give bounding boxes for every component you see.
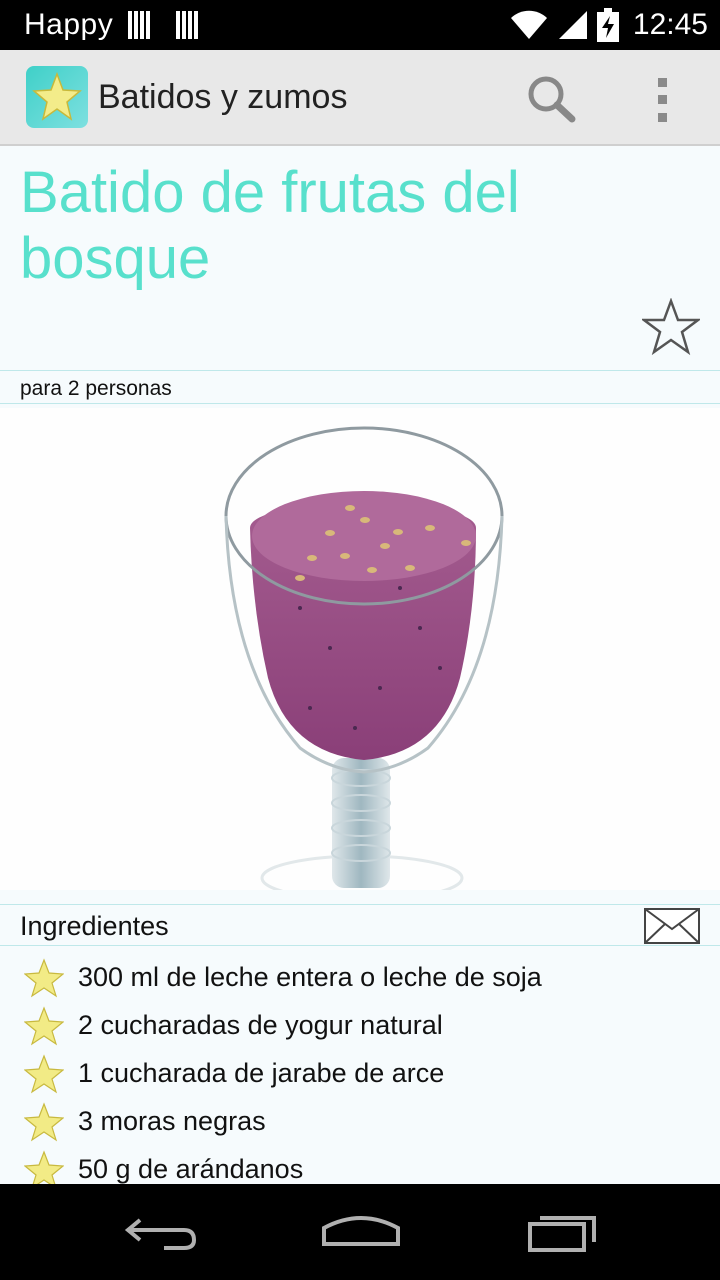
star-bullet-icon: [24, 1054, 64, 1094]
ingredients-header: Ingredientes: [0, 904, 720, 946]
ingredient-text: 2 cucharadas de yogur natural: [78, 1010, 443, 1040]
home-icon[interactable]: [316, 1206, 406, 1258]
ingredient-text: 3 moras negras: [78, 1106, 266, 1136]
star-bullet-icon: [24, 1006, 64, 1046]
list-item: 3 moras negras: [0, 1098, 720, 1146]
recent-apps-icon[interactable]: [520, 1206, 610, 1258]
app-star-icon[interactable]: [26, 66, 88, 128]
ingredient-text: 50 g de arándanos: [78, 1154, 304, 1184]
battery-charging-icon: [596, 8, 619, 42]
star-bullet-icon: [24, 1102, 64, 1142]
ingredients-title: Ingredientes: [20, 911, 169, 941]
cell-signal-icon: [558, 11, 587, 39]
recipe-photo: [0, 408, 720, 890]
action-bar: Batidos y zumos: [0, 50, 720, 146]
sim-signal-icon: [128, 11, 154, 39]
clock: 12:45: [632, 8, 708, 41]
back-icon[interactable]: [118, 1206, 208, 1258]
servings-label: para 2 personas: [20, 377, 172, 400]
ingredient-text: 300 ml de leche entera o leche de soja: [78, 962, 542, 992]
favorite-star-icon[interactable]: [640, 297, 702, 356]
recipe-detail[interactable]: Batido de frutas del bosque para 2 perso…: [0, 146, 720, 1184]
carrier-name: Happy: [24, 8, 114, 41]
list-item: 1 cucharada de jarabe de arce: [0, 1050, 720, 1098]
status-bar: Happy 12:45: [0, 0, 720, 50]
recipe-title: Batido de frutas del bosque: [20, 160, 520, 291]
list-item: 300 ml de leche entera o leche de soja: [0, 954, 720, 1002]
mail-icon[interactable]: [643, 907, 701, 945]
servings-bar: para 2 personas: [0, 370, 720, 404]
star-bullet-icon: [24, 1150, 64, 1184]
star-bullet-icon: [24, 958, 64, 998]
status-icons: 12:45: [509, 0, 708, 50]
sim-signal-icon: [176, 11, 202, 39]
navigation-bar: [0, 1184, 720, 1280]
app-title: Batidos y zumos: [98, 78, 348, 116]
overflow-menu-icon[interactable]: [640, 74, 684, 126]
list-item: 2 cucharadas de yogur natural: [0, 1002, 720, 1050]
ingredient-text: 1 cucharada de jarabe de arce: [78, 1058, 445, 1088]
list-item: 50 g de arándanos: [0, 1146, 720, 1184]
search-icon[interactable]: [522, 72, 582, 126]
ingredients-list: 300 ml de leche entera o leche de soja 2…: [0, 954, 720, 1184]
wifi-icon: [510, 10, 547, 39]
